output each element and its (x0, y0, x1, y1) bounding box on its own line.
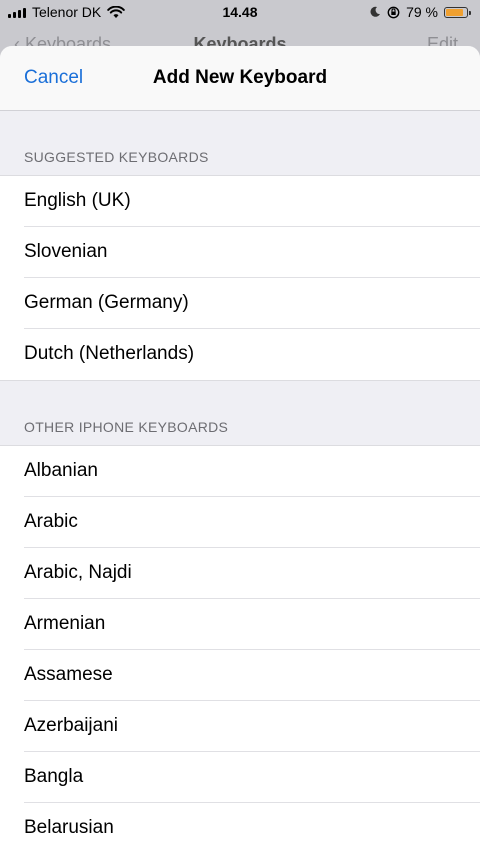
other-keyboards-list: Albanian Arabic Arabic, Najdi Armenian A… (0, 445, 480, 853)
moon-icon (370, 6, 381, 17)
keyboard-row-label: English (UK) (24, 190, 131, 211)
battery-percent: 79 % (406, 4, 438, 20)
keyboard-row-armenian[interactable]: Armenian (0, 599, 480, 650)
keyboard-row-label: Assamese (24, 664, 113, 685)
keyboard-row-label: Belarusian (24, 817, 114, 838)
keyboard-row-arabic-najdi[interactable]: Arabic, Najdi (0, 548, 480, 599)
keyboard-row-label: Azerbaijani (24, 715, 118, 736)
keyboard-row-assamese[interactable]: Assamese (0, 650, 480, 701)
keyboard-row-arabic[interactable]: Arabic (0, 497, 480, 548)
battery-icon (444, 6, 471, 18)
battery-level-fill (446, 8, 464, 16)
keyboard-row-label: Bangla (24, 766, 84, 787)
section-header-suggested: SUGGESTED KEYBOARDS (0, 111, 480, 175)
status-right: 79 % (369, 4, 471, 20)
keyboard-row-label: Slovenian (24, 241, 108, 262)
keyboard-row-azerbaijani[interactable]: Azerbaijani (0, 701, 480, 752)
keyboard-row-bangla[interactable]: Bangla (0, 752, 480, 803)
suggested-keyboards-list: English (UK) Slovenian German (Germany) … (0, 175, 480, 381)
keyboard-row-albanian[interactable]: Albanian (0, 446, 480, 497)
keyboard-row-label: Arabic, Najdi (24, 562, 132, 583)
section-header-suggested-label: SUGGESTED KEYBOARDS (24, 149, 209, 165)
section-header-other-label: OTHER IPHONE KEYBOARDS (24, 419, 229, 435)
keyboard-row-english-uk[interactable]: English (UK) (0, 176, 480, 227)
keyboard-row-label: Albanian (24, 460, 98, 481)
keyboard-row-slovenian[interactable]: Slovenian (0, 227, 480, 278)
keyboard-row-label: Dutch (Netherlands) (24, 343, 195, 364)
section-header-other: OTHER IPHONE KEYBOARDS (0, 381, 480, 445)
status-bar: Telenor DK 14.48 79 % (0, 0, 480, 24)
keyboard-row-label: German (Germany) (24, 292, 189, 313)
sheet-nav-bar: Cancel Add New Keyboard (0, 46, 480, 111)
keyboard-row-label: Arabic (24, 511, 78, 532)
keyboard-row-belarusian[interactable]: Belarusian (0, 803, 480, 853)
orientation-lock-icon (387, 6, 400, 18)
keyboard-row-german-germany[interactable]: German (Germany) (0, 278, 480, 329)
sheet-title: Add New Keyboard (152, 67, 328, 88)
add-keyboard-sheet: Cancel Add New Keyboard SUGGESTED KEYBOA… (0, 46, 480, 853)
keyboard-row-label: Armenian (24, 613, 106, 634)
keyboard-row-dutch-netherlands[interactable]: Dutch (Netherlands) (0, 329, 480, 380)
